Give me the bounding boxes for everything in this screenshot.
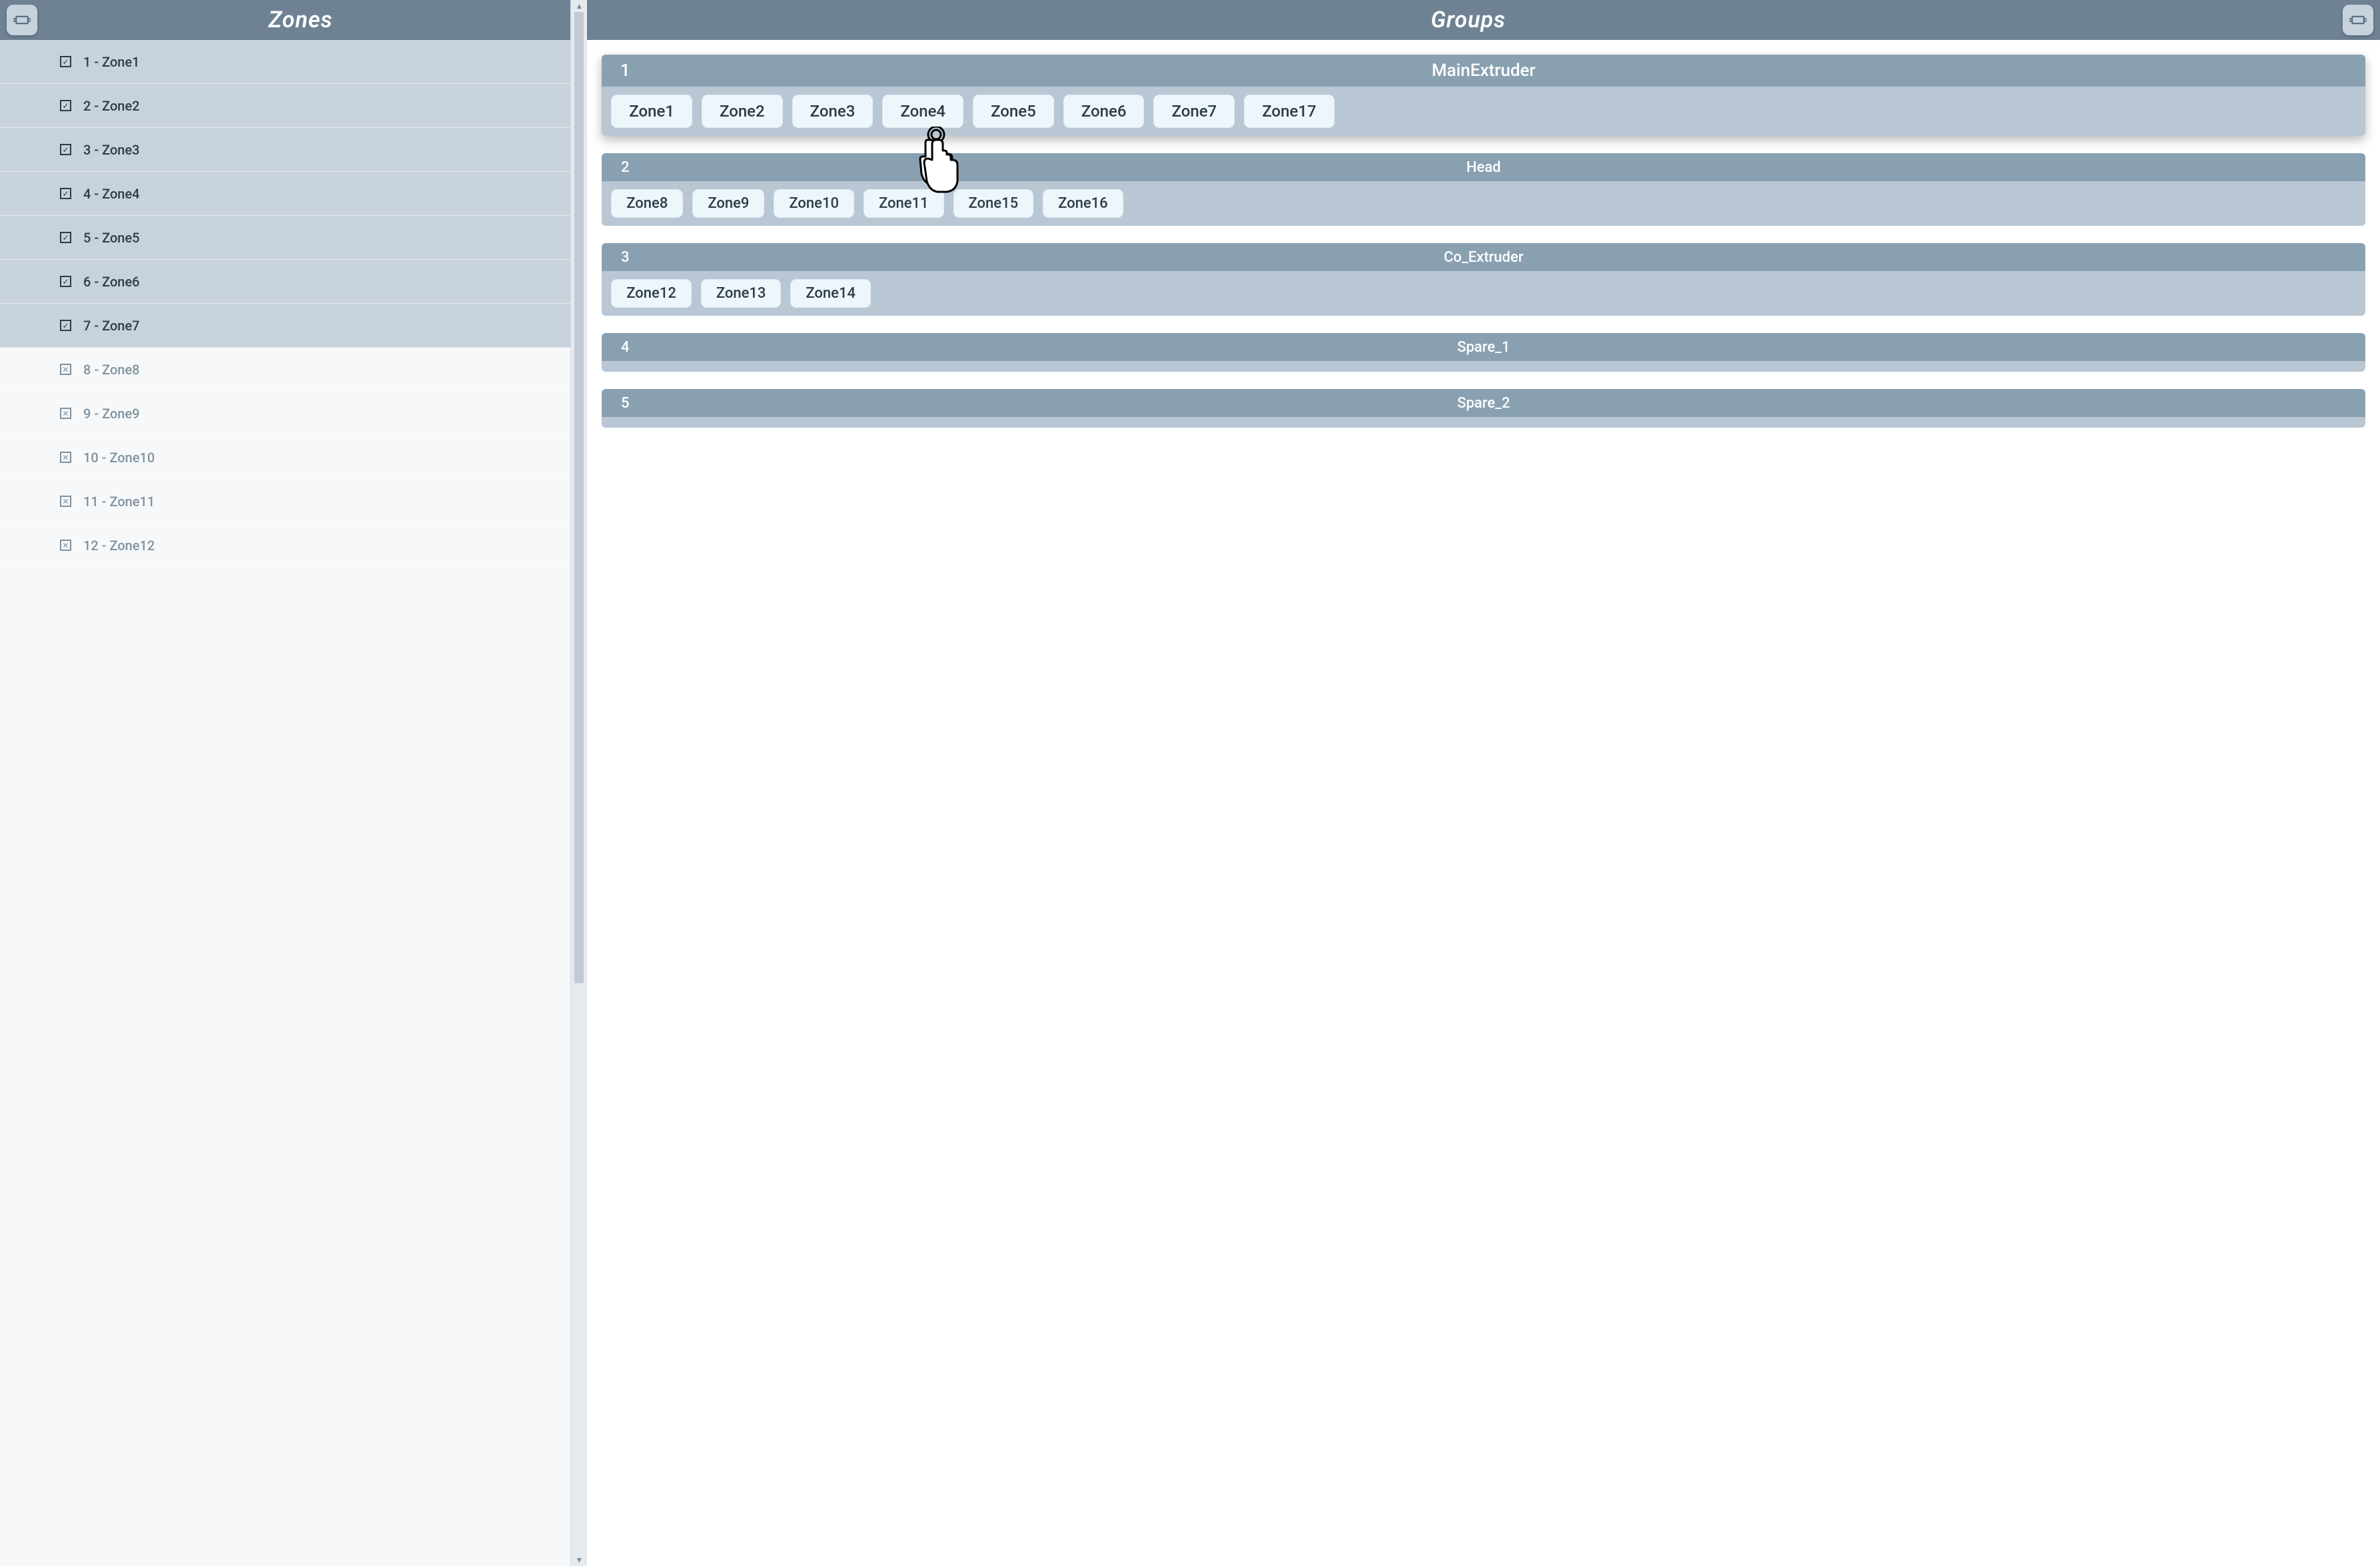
group-device-right-button[interactable] <box>2343 5 2373 35</box>
device-icon <box>2349 13 2367 27</box>
zone-chip[interactable]: Zone7 <box>1153 95 1235 128</box>
checkbox-checked-icon[interactable] <box>60 320 71 331</box>
groups-title: Groups <box>1431 7 1505 33</box>
checkbox-unchecked-icon[interactable] <box>60 452 71 463</box>
zone-row[interactable]: 7 - Zone7 <box>0 304 570 348</box>
zone-row-label: 1 - Zone1 <box>83 54 140 70</box>
group-number: 2 <box>602 159 648 176</box>
group-header[interactable]: 5Spare_2 <box>602 389 2365 417</box>
zone-chip[interactable]: Zone16 <box>1043 189 1123 218</box>
zone-row-label: 11 - Zone11 <box>83 494 155 510</box>
group-zone-list: Zone12 Zone13 Zone14 <box>602 271 2365 316</box>
groups-panel: Groups 1MainExtruder Zone1 Zone2 Zone3Zone4… <box>587 0 2380 1566</box>
checkbox-unchecked-icon[interactable] <box>60 364 71 375</box>
zone-chip[interactable]: Zone8 <box>611 189 683 218</box>
group-name: MainExtruder <box>648 61 2365 81</box>
group-name: Spare_1 <box>648 339 2365 356</box>
zone-row-label: 12 - Zone12 <box>83 538 155 554</box>
zone-chip[interactable]: Zone1 <box>611 95 692 128</box>
group-zone-list <box>602 417 2365 428</box>
zone-chip[interactable]: Zone3 <box>792 95 874 128</box>
zone-row-label: 9 - Zone9 <box>83 406 140 422</box>
group-number: 4 <box>602 339 648 356</box>
device-icon <box>13 13 31 27</box>
scroll-up-arrow[interactable]: ▲ <box>571 0 587 12</box>
checkbox-checked-icon[interactable] <box>60 56 71 67</box>
zone-chip[interactable]: Zone11 <box>864 189 944 218</box>
zone-row[interactable]: 11 - Zone11 <box>0 480 570 524</box>
zone-row[interactable]: 3 - Zone3 <box>0 128 570 172</box>
zone-chip[interactable]: Zone15 <box>953 189 1034 218</box>
zone-chip[interactable]: Zone13 <box>701 279 782 308</box>
group-zone-list: Zone1 Zone2 Zone3Zone4 Zone5 Zone6Zone7 Zone1… <box>602 87 2365 136</box>
zone-chip[interactable]: Zone10 <box>774 189 854 218</box>
zone-row[interactable]: 9 - Zone9 <box>0 392 570 436</box>
group-header[interactable]: 4Spare_1 <box>602 333 2365 361</box>
group-zone-list: Zone8 Zone9 Zone10 Zone11 Zone15 Zone16 <box>602 181 2365 226</box>
group-card[interactable]: 2Head Zone8 Zone9 Zone10 Zone11 Zone15 Zone16 <box>602 153 2365 226</box>
group-card[interactable]: 3Co_Extruder Zone12 Zone13 Zone14 <box>602 243 2365 316</box>
group-name: Head <box>648 159 2365 176</box>
zone-row-label: 8 - Zone8 <box>83 362 140 378</box>
zone-row-label: 5 - Zone5 <box>83 230 140 246</box>
groups-body: 1MainExtruderZone1Zone2Zone3Zone4Zone5Zo… <box>587 40 2380 1566</box>
zone-chip[interactable]: Zone17 <box>1244 95 1334 128</box>
zone-row-label: 2 - Zone2 <box>83 98 140 114</box>
checkbox-checked-icon[interactable] <box>60 144 71 155</box>
zones-scrollbar[interactable]: ▲ ▼ <box>571 0 587 1566</box>
zone-chip[interactable]: Zone14 <box>790 279 871 308</box>
zone-device-left-button[interactable] <box>7 5 37 35</box>
group-header[interactable]: 3Co_Extruder <box>602 243 2365 271</box>
zones-list[interactable]: 1 - Zone1 2 - Zone2 3 - Zone3 4 - Zone4 5 - … <box>0 40 570 1566</box>
group-zone-list <box>602 361 2365 372</box>
group-header[interactable]: 2Head <box>602 153 2365 181</box>
checkbox-checked-icon[interactable] <box>60 232 71 243</box>
zone-row-label: 4 - Zone4 <box>83 186 140 202</box>
zones-panel: Zones 1 - Zone1 2 - Zone2 3 - Zone3 4 - Zon… <box>0 0 571 1566</box>
checkbox-checked-icon[interactable] <box>60 276 71 287</box>
zone-row[interactable]: 5 - Zone5 <box>0 216 570 260</box>
group-header[interactable]: 1MainExtruder <box>602 55 2365 87</box>
groups-header: Groups <box>587 0 2380 40</box>
zone-row-label: 10 - Zone10 <box>83 450 155 466</box>
zone-chip[interactable]: Zone12 <box>611 279 692 308</box>
zone-chip[interactable]: Zone6 <box>1063 95 1145 128</box>
zone-row[interactable]: 8 - Zone8 <box>0 348 570 392</box>
checkbox-checked-icon[interactable] <box>60 188 71 199</box>
zones-header: Zones <box>0 0 570 40</box>
zone-row[interactable]: 1 - Zone1 <box>0 40 570 84</box>
zone-row[interactable]: 4 - Zone4 <box>0 172 570 216</box>
group-number: 3 <box>602 249 648 266</box>
checkbox-unchecked-icon[interactable] <box>60 540 71 551</box>
group-name: Co_Extruder <box>648 249 2365 266</box>
zone-chip[interactable]: Zone2 <box>702 95 783 128</box>
checkbox-unchecked-icon[interactable] <box>60 408 71 419</box>
zone-row[interactable]: 10 - Zone10 <box>0 436 570 480</box>
group-card[interactable]: 1MainExtruderZone1Zone2Zone3Zone4Zone5Zo… <box>602 55 2365 136</box>
zones-title: Zones <box>37 7 564 33</box>
group-card[interactable]: 4Spare_1 <box>602 333 2365 372</box>
zone-row-label: 6 - Zone6 <box>83 274 140 290</box>
scroll-down-arrow[interactable]: ▼ <box>571 1554 587 1566</box>
checkbox-checked-icon[interactable] <box>60 100 71 111</box>
group-card[interactable]: 5Spare_2 <box>602 389 2365 428</box>
zone-row-label: 3 - Zone3 <box>83 142 140 158</box>
zone-row[interactable]: 6 - Zone6 <box>0 260 570 304</box>
group-name: Spare_2 <box>648 395 2365 412</box>
zone-row-label: 7 - Zone7 <box>83 318 140 334</box>
zone-chip[interactable]: Zone5 <box>973 95 1054 128</box>
zone-row[interactable]: 2 - Zone2 <box>0 84 570 128</box>
group-number: 5 <box>602 395 648 412</box>
scroll-thumb[interactable] <box>574 12 584 983</box>
zone-chip[interactable]: Zone9 <box>692 189 764 218</box>
checkbox-unchecked-icon[interactable] <box>60 496 71 507</box>
group-number: 1 <box>602 61 648 81</box>
zone-row[interactable]: 12 - Zone12 <box>0 524 570 568</box>
zone-chip[interactable]: Zone4 <box>882 95 963 128</box>
